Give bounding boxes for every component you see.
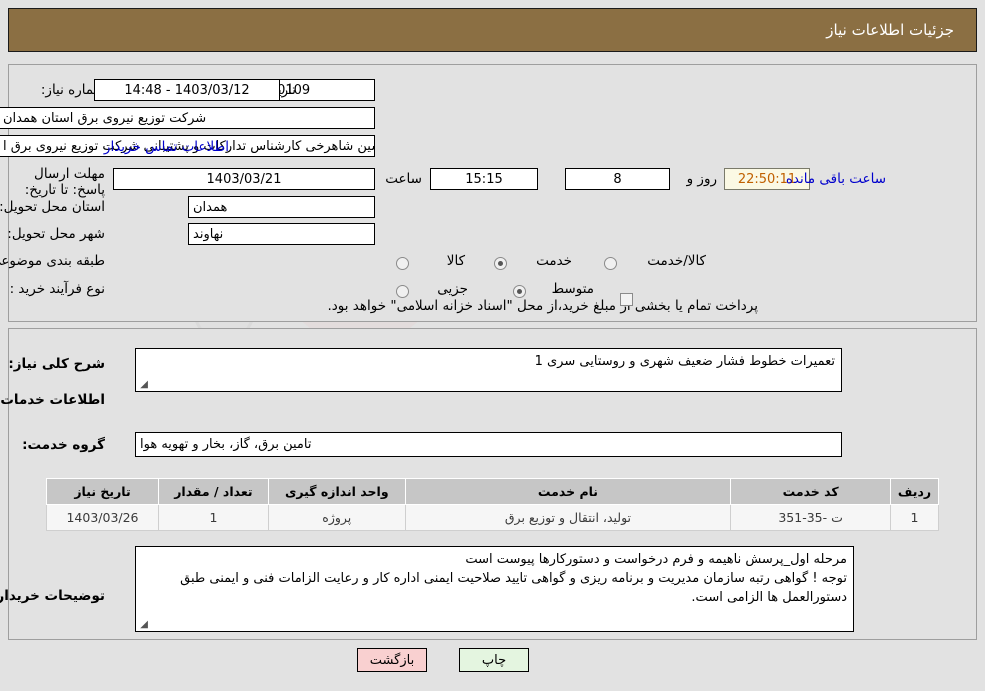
field-answer-deadline-date[interactable]: 1403/03/21 <box>113 168 375 190</box>
field-answer-deadline-hour[interactable]: 15:15 <box>430 168 538 190</box>
resize-handle-icon[interactable]: ◢ <box>138 380 148 390</box>
back-button[interactable]: بازگشت <box>357 648 427 672</box>
general-description-text: تعمیرات خطوط فشار ضعیف شهری و روستایی سر… <box>534 354 835 369</box>
radio-label-category-goods-service[interactable]: کالا/خدمت <box>647 253 706 269</box>
services-table: ردیف کد خدمت نام خدمت واحد اندازه گیری ت… <box>46 478 939 531</box>
cell-service-name: تولید، انتقال و توزیع برق <box>404 504 732 531</box>
th-unit: واحد اندازه گیری <box>267 478 406 505</box>
buyer-note-line-3: دستورالعمل ها الزامی است. <box>691 590 847 605</box>
need-info-panel <box>8 64 977 322</box>
label-buyer-notes: توضیحات خریدار: <box>0 588 105 604</box>
checkbox-islamic-treasury[interactable] <box>620 293 633 306</box>
field-buyer-org-name[interactable]: شرکت توزیع نیروی برق استان همدان <box>0 107 375 129</box>
radio-label-category-service[interactable]: خدمت <box>536 253 572 269</box>
field-delivery-province[interactable]: همدان <box>188 196 375 218</box>
label-days-and: روز و <box>686 171 717 187</box>
cell-quantity: 1 <box>157 504 269 531</box>
label-subject-category: طبقه بندی موضوعی: <box>0 253 105 269</box>
th-need-date: تاریخ نیاز <box>46 478 159 505</box>
cell-unit: پروژه <box>267 504 406 531</box>
resize-handle-icon[interactable]: ◢ <box>138 620 148 630</box>
label-hour: ساعت <box>385 171 422 187</box>
cell-need-date: 1403/03/26 <box>46 504 159 531</box>
cell-service-code: ت -35-351 <box>730 504 892 531</box>
label-islamic-treasury: پرداخت تمام یا بخشی از مبلغ خرید،از محل … <box>327 298 758 314</box>
page-title: جزئیات اطلاعات نیاز <box>826 21 954 39</box>
label-service-group: گروه خدمت: <box>22 437 105 453</box>
radio-label-category-goods[interactable]: کالا <box>447 253 465 269</box>
radio-category-service[interactable] <box>494 257 507 270</box>
radio-category-goods[interactable] <box>396 257 409 270</box>
page-root: AriaTender.net جزئیات اطلاعات نیاز شماره… <box>0 0 985 691</box>
radio-label-process-minor[interactable]: جزیی <box>437 281 468 297</box>
field-service-group[interactable]: تامین برق، گاز، بخار و تهویه هوا <box>135 432 842 457</box>
buyer-note-line-2: توجه ! گواهی رتبه سازمان مدیریت و برنامه… <box>180 571 847 586</box>
buyer-contact-link[interactable]: اطلاعات تماس خریدار <box>104 139 229 155</box>
textarea-buyer-notes[interactable]: مرحله اول_پرسش ناهیمه و فرم درخواست و دس… <box>135 546 854 632</box>
radio-process-minor[interactable] <box>396 285 409 298</box>
field-public-announce-datetime[interactable]: 1403/03/12 - 14:48 <box>94 79 280 101</box>
cell-row-no: 1 <box>890 504 939 531</box>
label-general-description: شرح کلی نیاز: <box>8 356 105 372</box>
label-hours-remaining: ساعت باقی مانده <box>785 171 886 187</box>
field-delivery-city[interactable]: نهاوند <box>188 223 375 245</box>
textarea-general-description[interactable]: تعمیرات خطوط فشار ضعیف شهری و روستایی سر… <box>135 348 842 392</box>
th-service-name: نام خدمت <box>404 478 732 505</box>
print-button[interactable]: چاپ <box>459 648 529 672</box>
radio-category-goods-service[interactable] <box>604 257 617 270</box>
label-delivery-city: شهر محل تحویل: <box>7 226 105 242</box>
window-title-bar: جزئیات اطلاعات نیاز <box>8 8 977 52</box>
buyer-note-line-1: مرحله اول_پرسش ناهیمه و فرم درخواست و دس… <box>465 552 847 567</box>
radio-process-medium[interactable] <box>513 285 526 298</box>
field-days-remaining[interactable]: 8 <box>565 168 670 190</box>
th-quantity: تعداد / مقدار <box>157 478 269 505</box>
th-service-code: کد خدمت <box>730 478 892 505</box>
label-delivery-province: استان محل تحویل: <box>0 199 105 215</box>
label-purchase-process-type: نوع فرآیند خرید : <box>9 281 105 297</box>
table-row: 1 ت -35-351 تولید، انتقال و توزیع برق پر… <box>46 504 939 531</box>
th-row-no: ردیف <box>890 478 939 505</box>
label-answer-deadline: مهلت ارسال پاسخ: تا تاریخ: <box>24 166 105 198</box>
radio-label-process-medium[interactable]: متوسط <box>552 281 594 297</box>
table-header-row: ردیف کد خدمت نام خدمت واحد اندازه گیری ت… <box>46 478 939 505</box>
heading-services-info: اطلاعات خدمات مورد نیاز <box>0 392 105 408</box>
